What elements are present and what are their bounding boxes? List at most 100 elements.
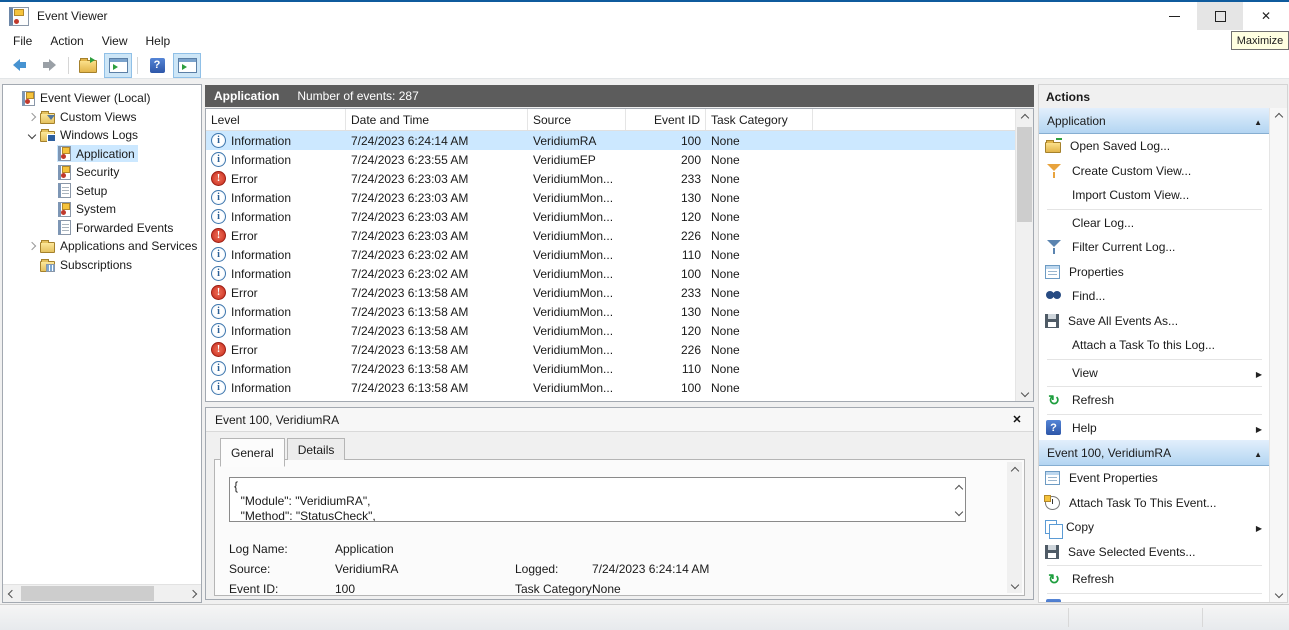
scroll-up-icon[interactable]	[956, 481, 962, 495]
action-refresh[interactable]: Refresh	[1039, 567, 1270, 592]
column-header-date-and-time[interactable]: Date and Time	[346, 109, 528, 130]
menu-help[interactable]: Help	[137, 31, 180, 51]
action-event-properties[interactable]: Event Properties	[1039, 466, 1270, 491]
table-row[interactable]: Error7/24/2023 6:13:58 AMVeridiumMon...2…	[206, 283, 1033, 302]
action-help[interactable]: Help	[1039, 416, 1270, 441]
scroll-down-icon[interactable]	[956, 504, 962, 518]
scroll-down-icon[interactable]	[1016, 384, 1033, 401]
tree-item-windows-logs[interactable]: Windows Logs	[3, 126, 201, 145]
action-attach-a-task-to-this-log[interactable]: Attach a Task To this Log...	[1039, 333, 1270, 358]
column-header-level[interactable]: Level	[206, 109, 346, 130]
chevron-collapsed-icon[interactable]	[25, 114, 39, 120]
show-action-pane-button[interactable]	[173, 53, 201, 78]
events-count: Number of events: 287	[297, 89, 418, 103]
section-header-application[interactable]: Application	[1039, 108, 1270, 134]
help-button[interactable]: ?	[143, 53, 171, 78]
section-header-event-100-veridiumra[interactable]: Event 100, VeridiumRA	[1039, 440, 1270, 466]
tree-item-applications-and-services-lo[interactable]: Applications and Services Lo	[3, 237, 201, 256]
forward-arrow-icon	[43, 59, 56, 71]
tree-horizontal-scrollbar[interactable]	[3, 584, 201, 602]
menu-action[interactable]: Action	[41, 31, 92, 51]
information-icon	[211, 380, 226, 395]
tab-details[interactable]: Details	[287, 438, 346, 460]
scroll-right-icon[interactable]	[184, 585, 201, 602]
menu-view[interactable]: View	[93, 31, 137, 51]
table-row[interactable]: Information7/24/2023 6:23:02 AMVeridiumM…	[206, 245, 1033, 264]
tree-item-forwarded-events[interactable]: Forwarded Events	[3, 219, 201, 238]
tree-item-subscriptions[interactable]: Subscriptions	[3, 256, 201, 275]
cell-filler	[813, 302, 1033, 321]
action-view[interactable]: View	[1039, 361, 1270, 386]
tree-item-security[interactable]: Security	[3, 163, 201, 182]
detail-close-button[interactable]	[1009, 412, 1025, 428]
column-header-source[interactable]: Source	[528, 109, 626, 130]
collapse-icon[interactable]	[1254, 114, 1262, 128]
scroll-up-icon[interactable]	[1006, 462, 1023, 479]
scroll-up-icon[interactable]	[1016, 109, 1033, 126]
column-header-event-id[interactable]: Event ID	[626, 109, 706, 130]
maximize-button[interactable]	[1197, 2, 1243, 30]
tree-item-event-viewer-local[interactable]: Event Viewer (Local)	[3, 89, 201, 108]
event-message-box[interactable]: { "Module": "VeridiumRA", "Method": "Sta…	[229, 477, 966, 522]
scroll-up-icon[interactable]	[1270, 108, 1287, 125]
table-row[interactable]: Information7/24/2023 6:13:58 AMVeridiumM…	[206, 359, 1033, 378]
section-header-label: Application	[1047, 114, 1254, 128]
cell-source: VeridiumRA	[528, 131, 626, 150]
table-row[interactable]: Information7/24/2023 6:23:03 AMVeridiumM…	[206, 188, 1033, 207]
cell-task-category: None	[706, 245, 813, 264]
table-row[interactable]: Information7/24/2023 6:23:55 AMVeridiumE…	[206, 150, 1033, 169]
list-vertical-scrollbar[interactable]	[1015, 109, 1033, 401]
cell-level: Information	[206, 302, 346, 321]
scroll-left-icon[interactable]	[3, 585, 20, 602]
table-row[interactable]: Error7/24/2023 6:23:03 AMVeridiumMon...2…	[206, 226, 1033, 245]
tree-item-setup[interactable]: Setup	[3, 182, 201, 201]
action-filter-current-log[interactable]: Filter Current Log...	[1039, 235, 1270, 260]
action-properties[interactable]: Properties	[1039, 260, 1270, 285]
action-copy[interactable]: Copy	[1039, 515, 1270, 540]
action-refresh[interactable]: Refresh	[1039, 388, 1270, 413]
action-label: Refresh	[1072, 572, 1262, 586]
chevron-expanded-icon[interactable]	[25, 132, 39, 138]
action-attach-task-to-this-event[interactable]: Attach Task To This Event...	[1039, 491, 1270, 516]
menu-file[interactable]: File	[4, 31, 41, 51]
open-saved-log-button[interactable]	[74, 53, 102, 78]
action-save-all-events-as[interactable]: Save All Events As...	[1039, 309, 1270, 334]
tree-item-system[interactable]: System	[3, 200, 201, 219]
cell-datetime: 7/24/2023 6:23:03 AM	[346, 188, 528, 207]
cell-datetime: 7/24/2023 6:13:58 AM	[346, 340, 528, 359]
table-row[interactable]: Information7/24/2023 6:13:58 AMVeridiumM…	[206, 378, 1033, 397]
table-row[interactable]: Information7/24/2023 6:23:02 AMVeridiumM…	[206, 264, 1033, 283]
scroll-down-icon[interactable]	[1270, 585, 1287, 602]
forward-button[interactable]	[35, 53, 63, 78]
column-header-task-category[interactable]: Task Category	[706, 109, 813, 130]
scrollbar-thumb[interactable]	[21, 586, 154, 601]
table-row[interactable]: Information7/24/2023 6:23:03 AMVeridiumM…	[206, 207, 1033, 226]
chevron-collapsed-icon[interactable]	[25, 243, 39, 249]
action-find[interactable]: Find...	[1039, 284, 1270, 309]
table-row[interactable]: Error7/24/2023 6:13:58 AMVeridiumMon...2…	[206, 340, 1033, 359]
show-console-tree-button[interactable]	[104, 53, 132, 78]
scrollbar-thumb[interactable]	[1017, 127, 1032, 222]
action-import-custom-view[interactable]: Import Custom View...	[1039, 183, 1270, 208]
close-button[interactable]	[1243, 2, 1289, 30]
detail-vertical-scrollbar[interactable]	[1007, 462, 1022, 593]
action-open-saved-log[interactable]: Open Saved Log...	[1039, 134, 1270, 159]
scroll-down-icon[interactable]	[1006, 576, 1023, 593]
collapse-icon[interactable]	[1254, 446, 1262, 460]
tree-item-application[interactable]: Application	[3, 145, 201, 164]
cell-source: VeridiumMon...	[528, 302, 626, 321]
table-row[interactable]: Error7/24/2023 6:23:03 AMVeridiumMon...2…	[206, 169, 1033, 188]
back-button[interactable]	[5, 53, 33, 78]
minimize-button[interactable]	[1151, 2, 1197, 30]
tab-general[interactable]: General	[220, 438, 285, 467]
action-clear-log[interactable]: Clear Log...	[1039, 211, 1270, 236]
cell-source: VeridiumMon...	[528, 283, 626, 302]
table-row[interactable]: Information7/24/2023 6:24:14 AMVeridiumR…	[206, 131, 1033, 150]
action-create-custom-view[interactable]: Create Custom View...	[1039, 159, 1270, 184]
table-row[interactable]: Information7/24/2023 6:13:58 AMVeridiumM…	[206, 302, 1033, 321]
table-row[interactable]: Information7/24/2023 6:13:58 AMVeridiumM…	[206, 321, 1033, 340]
actions-vertical-scrollbar[interactable]	[1269, 108, 1287, 602]
action-save-selected-events[interactable]: Save Selected Events...	[1039, 540, 1270, 565]
action-help[interactable]: Help	[1039, 595, 1270, 603]
tree-item-custom-views[interactable]: Custom Views	[3, 108, 201, 127]
